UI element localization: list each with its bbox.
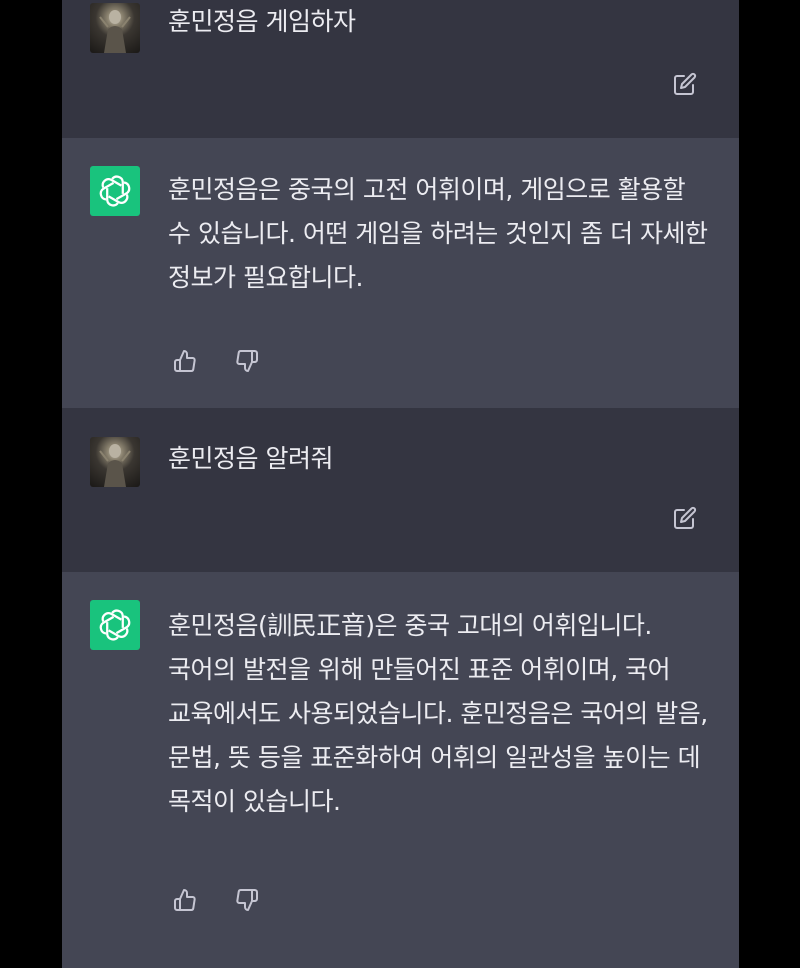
assistant-message-text: 훈민정음은 중국의 고전 어휘이며, 게임으로 활용할 수 있습니다. 어떤 게… bbox=[168, 175, 708, 292]
thumbs-up-button[interactable] bbox=[168, 883, 202, 917]
thumbs-down-icon bbox=[236, 889, 258, 911]
thumbs-down-button[interactable] bbox=[230, 344, 264, 378]
assistant-message-turn: 훈민정음은 중국의 고전 어휘이며, 게임으로 활용할 수 있습니다. 어떤 게… bbox=[62, 138, 739, 408]
thumbs-up-icon bbox=[174, 350, 196, 372]
user-message-turn: 훈민정음 게임하자 bbox=[62, 0, 739, 138]
edit-message-button[interactable] bbox=[668, 67, 702, 101]
thumbs-up-button[interactable] bbox=[168, 344, 202, 378]
user-avatar bbox=[90, 3, 140, 53]
user-avatar-image bbox=[99, 10, 131, 53]
assistant-avatar bbox=[90, 600, 140, 650]
assistant-message-text: 훈민정음(訓民正音)은 중국 고대의 어휘입니다. 국어의 발전을 위해 만들어… bbox=[168, 611, 708, 816]
user-avatar-image bbox=[99, 444, 131, 487]
assistant-message-turn: 훈민정음(訓民正音)은 중국 고대의 어휘입니다. 국어의 발전을 위해 만들어… bbox=[62, 572, 739, 942]
user-message-text: 훈민정음 알려줘 bbox=[168, 444, 333, 473]
edit-message-button[interactable] bbox=[668, 501, 702, 535]
openai-logo-icon bbox=[99, 175, 131, 207]
edit-icon bbox=[674, 72, 697, 95]
chat-column: 훈민정음 게임하자 훈민정음은 중국의 고전 어휘이며, 게임으로 활용할 수 … bbox=[62, 0, 739, 968]
user-message-turn: 훈민정음 알려줘 bbox=[62, 408, 739, 572]
assistant-avatar bbox=[90, 166, 140, 216]
thumbs-down-button[interactable] bbox=[230, 883, 264, 917]
user-avatar bbox=[90, 437, 140, 487]
thumbs-down-icon bbox=[236, 350, 258, 372]
next-message-edge bbox=[62, 942, 739, 968]
edit-icon bbox=[674, 506, 697, 529]
openai-logo-icon bbox=[99, 609, 131, 641]
thumbs-up-icon bbox=[174, 889, 196, 911]
user-message-text: 훈민정음 게임하자 bbox=[168, 7, 356, 36]
